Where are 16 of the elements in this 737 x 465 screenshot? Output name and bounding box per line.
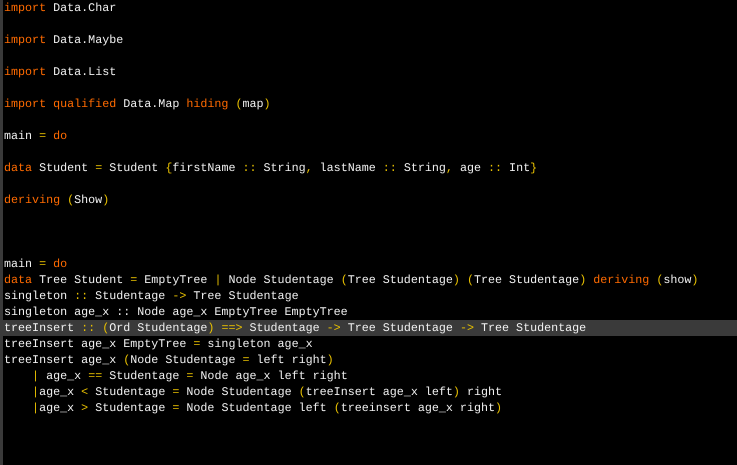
code-line: |age_x > Studentage = Node Studentage left (treeinsert age_x right): [31, 400, 504, 416]
code-line: main = do: [3, 128, 68, 144]
code-line: treeInsert age_x (Node Studentage = left right): [3, 352, 335, 368]
code-line: treeInsert age_x EmptyTree = singleton age_x: [3, 336, 314, 352]
code-line: data Tree Student = EmptyTree | Node Studentage (Tree Studentage) (Tree Studentage) deriving (show): [3, 272, 700, 288]
code-line: data Student = Student {firstName :: String, lastName :: String, age :: Int}: [3, 160, 538, 176]
code-line: import Data.Maybe: [3, 32, 124, 48]
code-line: | age_x == Studentage = Node age_x left right: [31, 368, 349, 384]
code-line: main = do: [3, 256, 68, 272]
code-line: import Data.List: [3, 64, 118, 80]
code-line: singleton :: Studentage -> Tree Studentage: [3, 288, 300, 304]
code-line: singleton age_x :: Node age_x EmptyTree EmptyTree: [3, 304, 349, 320]
code-line: deriving (Show): [3, 192, 110, 208]
code-line: import Data.Char: [3, 0, 118, 16]
code-line: import qualified Data.Map hiding (map): [3, 96, 272, 112]
code-line: |age_x < Studentage = Node Studentage (treeInsert age_x left) right: [31, 384, 504, 400]
